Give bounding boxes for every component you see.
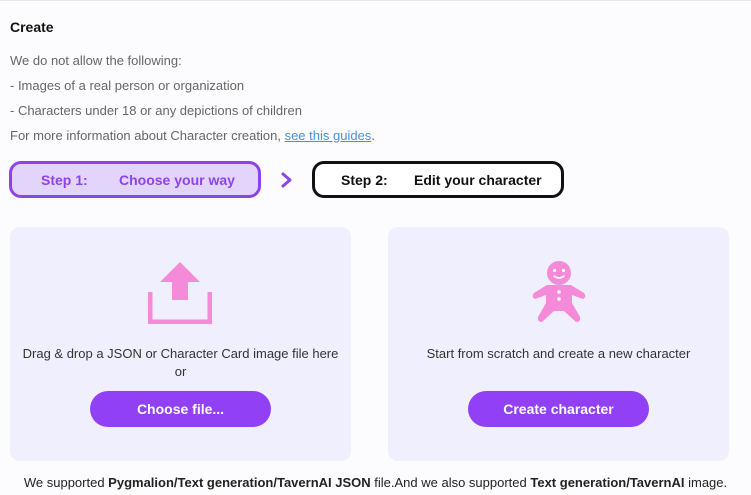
step-label: Choose your way: [119, 171, 235, 188]
drop-instructions: Drag & drop a JSON or Character Card ima…: [22, 346, 339, 361]
rule-item: - Characters under 18 or any depictions …: [10, 103, 302, 118]
rules-intro: We do not allow the following:: [10, 53, 182, 68]
guide-info-suffix: .: [371, 128, 375, 143]
create-character-button[interactable]: Create character: [468, 391, 649, 427]
chevron-right-icon: [281, 172, 292, 188]
top-divider: [0, 0, 751, 1]
supported-formats-note: We supported Pygmalion/Text generation/T…: [0, 475, 751, 490]
guide-info-text: For more information about Character cre…: [10, 128, 285, 143]
page-title: Create: [10, 19, 54, 35]
footer-text: We supported: [23, 475, 109, 490]
footer-text: image.: [684, 475, 728, 490]
upload-card[interactable]: Drag & drop a JSON or Character Card ima…: [10, 227, 351, 461]
or-separator: or: [174, 364, 187, 379]
step-number: Step 2:: [341, 171, 388, 188]
step-label: Edit your character: [414, 171, 542, 188]
step-number: Step 1:: [41, 171, 88, 188]
create-card[interactable]: Start from scratch and create a new char…: [388, 227, 729, 461]
create-description: Start from scratch and create a new char…: [426, 346, 691, 361]
guide-link[interactable]: see this guides: [285, 128, 372, 143]
step-2-tab[interactable]: Step 2: Edit your character: [312, 161, 564, 198]
footer-bold: Text generation/TavernAI: [530, 475, 685, 490]
choose-file-button[interactable]: Choose file...: [90, 391, 271, 427]
guide-info: For more information about Character cre…: [10, 128, 375, 143]
upload-icon: [148, 262, 212, 324]
footer-text: file.And we also supported: [370, 475, 531, 490]
gingerbread-icon: [532, 261, 586, 322]
footer-bold: Pygmalion/Text generation/TavernAI JSON: [108, 475, 371, 490]
rule-item: - Images of a real person or organizatio…: [10, 78, 245, 93]
step-1-tab[interactable]: Step 1: Choose your way: [9, 161, 261, 198]
